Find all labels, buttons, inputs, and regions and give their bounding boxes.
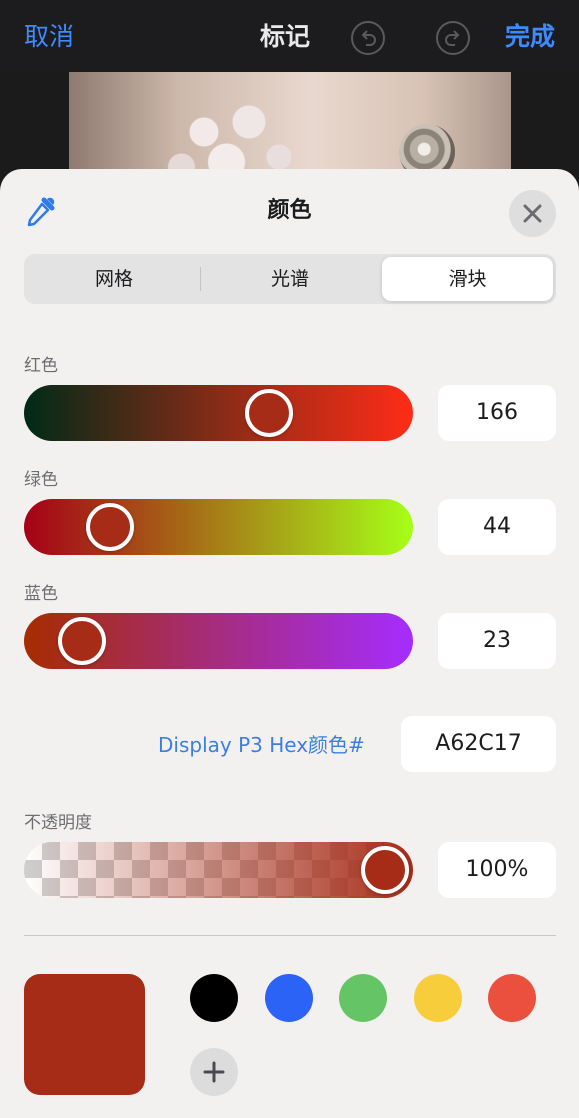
opacity-slider-thumb[interactable] <box>361 846 409 894</box>
red-label: 红色 <box>24 356 58 376</box>
red-slider[interactable] <box>24 385 413 441</box>
done-button[interactable]: 完成 <box>505 20 555 54</box>
navigation-bar: 取消 标记 完成 <box>0 0 579 72</box>
redo-icon[interactable] <box>436 21 470 55</box>
blue-label: 蓝色 <box>24 584 58 604</box>
plus-icon[interactable] <box>190 1048 238 1096</box>
hex-label: Display P3 Hex颜色# <box>158 733 365 757</box>
opacity-slider[interactable] <box>24 842 413 898</box>
swatch-red[interactable] <box>488 974 536 1022</box>
opacity-label: 不透明度 <box>24 813 92 833</box>
green-label: 绿色 <box>24 470 58 490</box>
swatch-blue[interactable] <box>265 974 313 1022</box>
red-slider-thumb[interactable] <box>244 389 293 437</box>
opacity-value-field[interactable]: 100% <box>438 842 556 898</box>
green-slider-thumb[interactable] <box>85 503 134 551</box>
blue-slider-thumb[interactable] <box>57 617 106 665</box>
cancel-button[interactable]: 取消 <box>24 20 74 54</box>
tab-spectrum[interactable]: 光谱 <box>203 257 377 301</box>
segment-divider <box>200 267 201 291</box>
current-color-swatch <box>24 974 145 1095</box>
page-title: 标记 <box>260 22 311 51</box>
mode-segmented-control: 网格 光谱 滑块 <box>24 254 556 304</box>
red-value-field[interactable]: 166 <box>438 385 556 441</box>
close-icon[interactable] <box>509 190 556 237</box>
tab-sliders[interactable]: 滑块 <box>382 257 553 301</box>
blue-slider[interactable] <box>24 613 413 669</box>
swatch-black[interactable] <box>190 974 238 1022</box>
divider <box>24 935 556 936</box>
hex-value-field[interactable]: A62C17 <box>401 716 556 772</box>
sheet-title: 颜色 <box>267 198 312 223</box>
swatch-yellow[interactable] <box>414 974 462 1022</box>
green-slider[interactable] <box>24 499 413 555</box>
green-value-field[interactable]: 44 <box>438 499 556 555</box>
undo-icon[interactable] <box>351 21 385 55</box>
color-picker-sheet: 颜色 网格 光谱 滑块 红色 166 绿色 44 蓝色 23 Display P… <box>0 169 579 1118</box>
swatch-green[interactable] <box>339 974 387 1022</box>
tab-grid[interactable]: 网格 <box>27 257 201 301</box>
blue-value-field[interactable]: 23 <box>438 613 556 669</box>
